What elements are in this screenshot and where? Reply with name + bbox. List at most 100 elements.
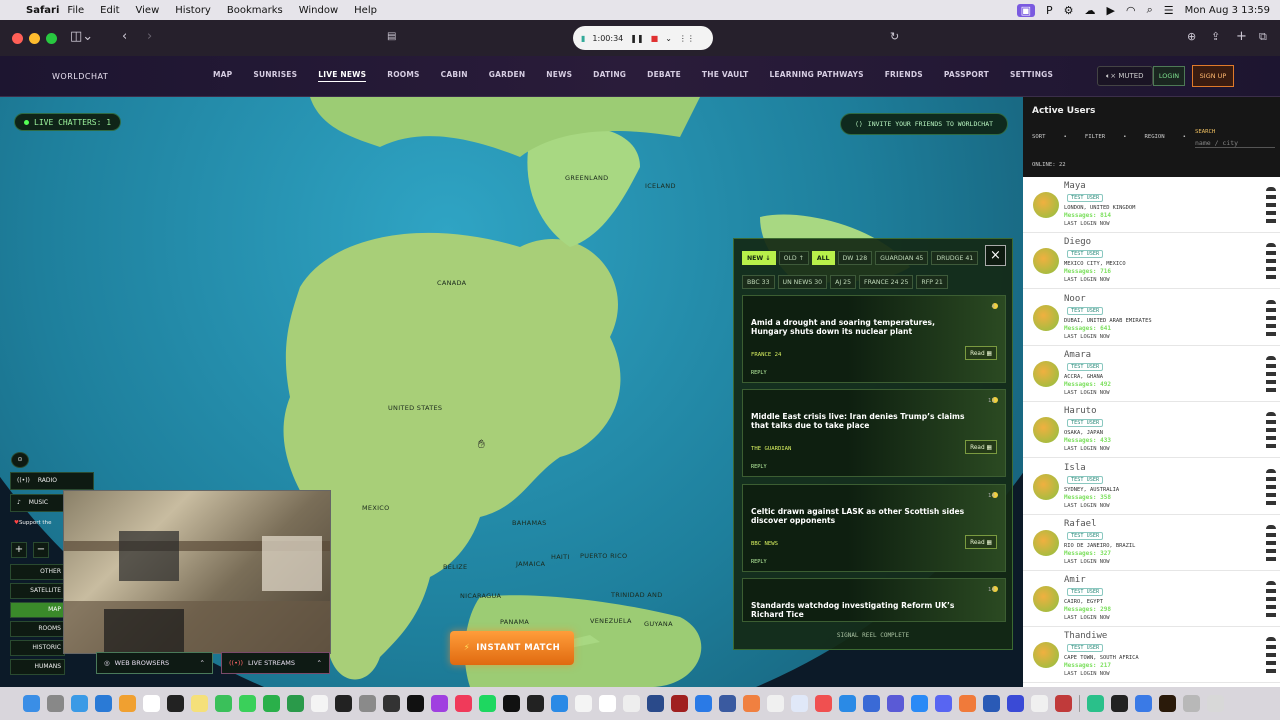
menu-edit[interactable]: Edit [100, 5, 119, 16]
menu-file[interactable]: File [67, 5, 84, 16]
user-name[interactable]: Thandiwe [1064, 631, 1107, 641]
tiktok-alt-icon[interactable] [526, 695, 544, 712]
avatar[interactable] [1033, 642, 1059, 669]
settings-icon[interactable] [358, 695, 376, 712]
avatar[interactable] [1033, 417, 1059, 444]
user-name[interactable]: Isla [1064, 463, 1086, 473]
numbers-icon[interactable] [286, 695, 304, 712]
photos-icon[interactable] [118, 695, 136, 712]
invite-friends-button[interactable]: ⟨⟩ INVITE YOUR FRIENDS TO WORLDCHAT [840, 113, 1008, 135]
user-actions-icon[interactable] [1266, 187, 1276, 227]
news-headline[interactable]: Standards watchdog investigating Reform … [751, 601, 966, 619]
xcode-icon[interactable] [694, 695, 712, 712]
close-news-button[interactable]: × [985, 245, 1006, 266]
stop-icon[interactable]: ■ [651, 34, 659, 43]
web-browsers-button[interactable]: ◎ WEB BROWSERS ⌃ [96, 652, 213, 674]
news-card[interactable]: 4 Amid a drought and soaring temperature… [742, 295, 1006, 383]
phone-icon[interactable] [214, 695, 232, 712]
instant-match-button[interactable]: ⚡ INSTANT MATCH [450, 631, 574, 665]
user-row[interactable]: Diego TEST USER MEXICO CITY, MEXICO Message… [1023, 233, 1280, 290]
chevron-down-icon[interactable]: ⌄ [665, 34, 672, 43]
arc-icon[interactable] [958, 695, 976, 712]
read-button[interactable]: Read ▦ [965, 346, 997, 360]
tab-overview-icon[interactable]: ⧉ [1259, 30, 1267, 44]
wifi-icon[interactable]: ◠ [1126, 4, 1136, 17]
filter-un-news[interactable]: UN NEWS 30 [777, 275, 828, 289]
sidebar-toggle-icon[interactable]: ◫⌄ [70, 29, 93, 44]
page-icon[interactable]: ▤ [387, 31, 396, 42]
avatar[interactable] [1033, 473, 1059, 500]
nav-live-news[interactable]: LIVE NEWS [318, 70, 367, 82]
news-headline[interactable]: Celtic drawn against LASK as other Scott… [751, 507, 966, 525]
nav-sunrises[interactable]: SUNRISES [253, 70, 297, 82]
cloud-icon[interactable]: ☁ [1085, 4, 1096, 17]
filter-aj[interactable]: AJ 25 [830, 275, 857, 289]
avatar[interactable] [1033, 192, 1059, 218]
openai-icon[interactable] [598, 695, 616, 712]
filter-guardian[interactable]: GUARDIAN 45 [875, 251, 929, 265]
news-card[interactable]: 14 Standards watchdog investigating Refo… [742, 578, 1006, 622]
news-card[interactable]: 11 Middle East crisis live: Iran denies … [742, 389, 1006, 477]
app-red-icon[interactable] [670, 695, 688, 712]
minimize-window-button[interactable] [29, 32, 40, 44]
filter-dw[interactable]: DW 128 [837, 251, 873, 265]
user-actions-icon[interactable] [1266, 637, 1276, 678]
nav-map[interactable]: MAP [213, 70, 232, 82]
vpn-icon[interactable]: ⚙ [1064, 4, 1074, 17]
mute-toggle[interactable]: 🔈︎× MUTED [1097, 66, 1153, 86]
appletv-icon[interactable] [406, 695, 424, 712]
user-name[interactable]: Amara [1064, 350, 1091, 360]
filter-old[interactable]: OLD ↑ [778, 251, 809, 265]
news-headline[interactable]: Amid a drought and soaring temperatures,… [751, 318, 966, 336]
menu-view[interactable]: View [136, 5, 160, 16]
signup-button[interactable]: SIGN UP [1192, 65, 1234, 87]
nav-passport[interactable]: PASSPORT [944, 70, 989, 82]
mail-icon[interactable] [70, 695, 88, 712]
pause-icon[interactable]: ❚❚ [630, 34, 643, 43]
user-name[interactable]: Noor [1064, 294, 1086, 304]
menu-app-name[interactable]: Safari [26, 5, 59, 16]
vscode-icon[interactable] [550, 695, 568, 712]
zoom-window-button[interactable] [46, 32, 57, 44]
stats-icon[interactable] [1030, 695, 1048, 712]
layer-historic[interactable]: HISTORIC [10, 640, 65, 656]
discord-icon[interactable] [934, 695, 952, 712]
nav-friends[interactable]: FRIENDS [885, 70, 923, 82]
calendar-icon[interactable] [142, 695, 160, 712]
download-icon[interactable]: ⊕ [1187, 30, 1196, 43]
share-icon[interactable]: ⇪ [1211, 30, 1220, 43]
nav-rooms[interactable]: ROOMS [387, 70, 419, 82]
pages-icon[interactable] [574, 695, 592, 712]
music-icon[interactable] [454, 695, 472, 712]
live-streams-button[interactable]: ((•)) LIVE STREAMS ⌃ [221, 652, 330, 674]
nav-debate[interactable]: DEBATE [647, 70, 681, 82]
menu-window[interactable]: Window [299, 5, 338, 16]
user-search-input[interactable]: name / city [1195, 139, 1275, 148]
user-actions-icon[interactable] [1266, 243, 1276, 284]
appstore-icon[interactable] [838, 695, 856, 712]
archive-icon[interactable] [1054, 695, 1072, 712]
reload-icon[interactable]: ↻ [890, 30, 899, 43]
box-icon[interactable] [622, 695, 640, 712]
layer-rooms[interactable]: ROOMS [10, 621, 65, 637]
menu-bookmarks[interactable]: Bookmarks [227, 5, 283, 16]
site-brand[interactable]: WORLDCHAT [52, 72, 108, 81]
user-actions-icon[interactable] [1266, 355, 1276, 396]
screen-share-icon[interactable]: ▣ [1016, 3, 1036, 17]
user-row[interactable]: Haruto TEST USER OSAKA, JAPAN Messages: 433… [1023, 402, 1280, 459]
filter-new[interactable]: NEW ↓ [742, 251, 776, 265]
user-actions-icon[interactable] [1266, 581, 1276, 622]
avatar[interactable] [1033, 248, 1059, 275]
finder-window-icon[interactable] [1134, 695, 1152, 712]
parking-icon[interactable]: P [1046, 4, 1053, 17]
menubar-datetime[interactable]: Mon Aug 3 13:59 [1185, 5, 1270, 16]
back-icon[interactable]: ‹ [122, 29, 127, 44]
filter-bbc[interactable]: BBC 33 [742, 275, 775, 289]
nav-settings[interactable]: SETTINGS [1010, 70, 1053, 82]
notes-icon[interactable] [190, 695, 208, 712]
user-name[interactable]: Maya [1064, 181, 1086, 191]
menu-history[interactable]: History [175, 5, 211, 16]
user-row[interactable]: Thandiwe TEST USER CAPE TOWN, SOUTH AFRICA… [1023, 627, 1280, 684]
layer-humans[interactable]: HUMANS [10, 659, 65, 675]
filter-drudge[interactable]: DRUDGE 41 [931, 251, 979, 265]
